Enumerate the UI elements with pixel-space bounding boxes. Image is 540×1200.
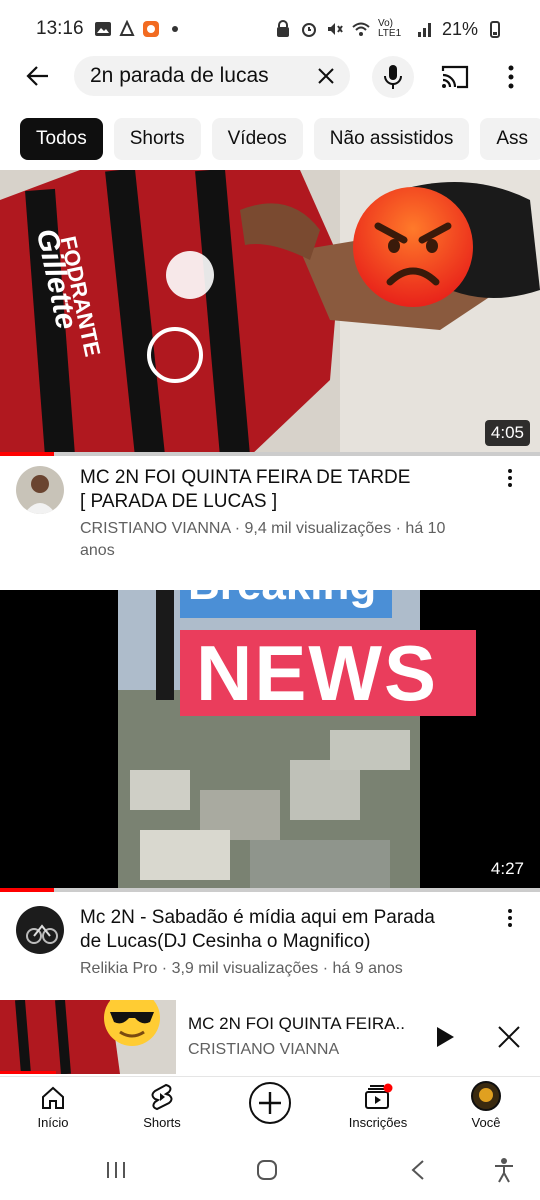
mini-player-channel: CRISTIANO VIANNA xyxy=(188,1041,340,1058)
shorts-icon xyxy=(151,1083,173,1111)
video-title[interactable]: MC 2N FOI QUINTA FEIRA DE TARDE [ PARADA… xyxy=(80,466,480,514)
video-title-line: MC 2N FOI QUINTA FEIRA DE TARDE xyxy=(80,467,411,488)
chip-unwatched[interactable]: Não assistidos xyxy=(313,118,470,160)
video-meta: MC 2N FOI QUINTA FEIRA DE TARDE [ PARADA… xyxy=(0,456,540,586)
chip-all[interactable]: Todos xyxy=(20,118,103,160)
nav-label: Início xyxy=(37,1115,69,1130)
channel-avatar[interactable] xyxy=(16,466,64,514)
close-icon xyxy=(498,1026,520,1048)
mini-player-title: MC 2N FOI QUINTA FEIRA.. xyxy=(188,1014,405,1033)
mini-player[interactable]: MC 2N FOI QUINTA FEIRA.. CRISTIANO VIANN… xyxy=(0,1000,540,1074)
chip-more[interactable]: Ass xyxy=(480,118,540,160)
mini-player-progress xyxy=(0,1071,56,1074)
nav-subscriptions[interactable]: Inscrições xyxy=(333,1077,423,1137)
nav-create[interactable] xyxy=(225,1077,315,1137)
chip-shorts[interactable]: Shorts xyxy=(113,118,201,160)
accessibility-icon xyxy=(495,1158,513,1183)
chip-videos[interactable]: Vídeos xyxy=(211,118,303,160)
video-subtitle: CRISTIANO VIANNA · 9,4 mil visualizações… xyxy=(80,518,500,562)
breaking-text: Breaking xyxy=(188,590,376,610)
nav-label: Shorts xyxy=(143,1115,181,1130)
nav-label: Você xyxy=(471,1115,501,1130)
home-system-button[interactable] xyxy=(251,1154,283,1186)
avatar-image xyxy=(16,906,64,954)
accessibility-button[interactable] xyxy=(488,1154,520,1186)
duration-badge: 4:27 xyxy=(484,856,530,882)
video-title[interactable]: Mc 2N - Sabadão é mídia aqui em Parada d… xyxy=(80,906,480,954)
more-vertical-icon xyxy=(508,909,512,927)
you-avatar xyxy=(471,1081,501,1111)
video-thumbnail[interactable]: Breaking NEWS 4:27 xyxy=(0,590,540,892)
subscriptions-icon xyxy=(365,1083,393,1109)
play-button[interactable] xyxy=(430,1022,460,1052)
video-title-line: Mc 2N - Sabadão é mídia aqui em Parada xyxy=(80,907,435,928)
sunglasses-emoji xyxy=(104,1000,160,1046)
nav-shorts[interactable]: Shorts xyxy=(117,1077,207,1137)
video-subtitle-line: CRISTIANO VIANNA · 9,4 mil visualizações… xyxy=(80,520,446,537)
recent-apps-icon xyxy=(107,1162,125,1178)
video-subtitle: Relikia Pro · 3,9 mil visualizações · há… xyxy=(80,958,500,980)
play-icon xyxy=(437,1027,454,1047)
filter-chips: Todos Shorts Vídeos Não assistidos Ass xyxy=(20,118,540,160)
close-mini-player-button[interactable] xyxy=(494,1022,524,1052)
duration-badge: 4:05 xyxy=(484,420,530,446)
nav-you[interactable]: Você xyxy=(441,1077,531,1137)
recent-apps-button[interactable] xyxy=(100,1154,132,1186)
nav-home[interactable]: Início xyxy=(8,1077,98,1137)
angry-emoji xyxy=(350,184,476,310)
video-title-line: [ PARADA DE LUCAS ] xyxy=(80,491,278,512)
bottom-navigation: Início Shorts Inscrições Você xyxy=(0,1076,540,1136)
avatar-image xyxy=(16,466,64,514)
chevron-left-icon xyxy=(411,1160,424,1180)
video-subtitle-line: anos xyxy=(80,542,115,559)
video-menu-button[interactable] xyxy=(498,904,522,932)
nav-label: Inscrições xyxy=(348,1115,408,1130)
news-text: NEWS xyxy=(196,629,438,717)
video-thumbnail[interactable]: FODRANTE Gillette 4:05 xyxy=(0,170,540,456)
home-circle-icon xyxy=(257,1160,277,1180)
video-subtitle-line: Relikia Pro · 3,9 mil visualizações · há… xyxy=(80,960,403,977)
create-icon xyxy=(249,1082,291,1124)
system-navigation xyxy=(0,1140,540,1200)
more-vertical-icon xyxy=(508,469,512,487)
channel-avatar[interactable] xyxy=(16,906,64,954)
angry-face-icon xyxy=(353,187,473,307)
video-meta: Mc 2N - Sabadão é mídia aqui em Parada d… xyxy=(0,892,540,992)
mini-player-thumbnail[interactable] xyxy=(0,1000,176,1074)
back-system-button[interactable] xyxy=(402,1154,434,1186)
home-icon xyxy=(42,1086,64,1109)
video-menu-button[interactable] xyxy=(498,464,522,492)
video-title-line: de Lucas(DJ Cesinha o Magnifico) xyxy=(80,931,371,952)
